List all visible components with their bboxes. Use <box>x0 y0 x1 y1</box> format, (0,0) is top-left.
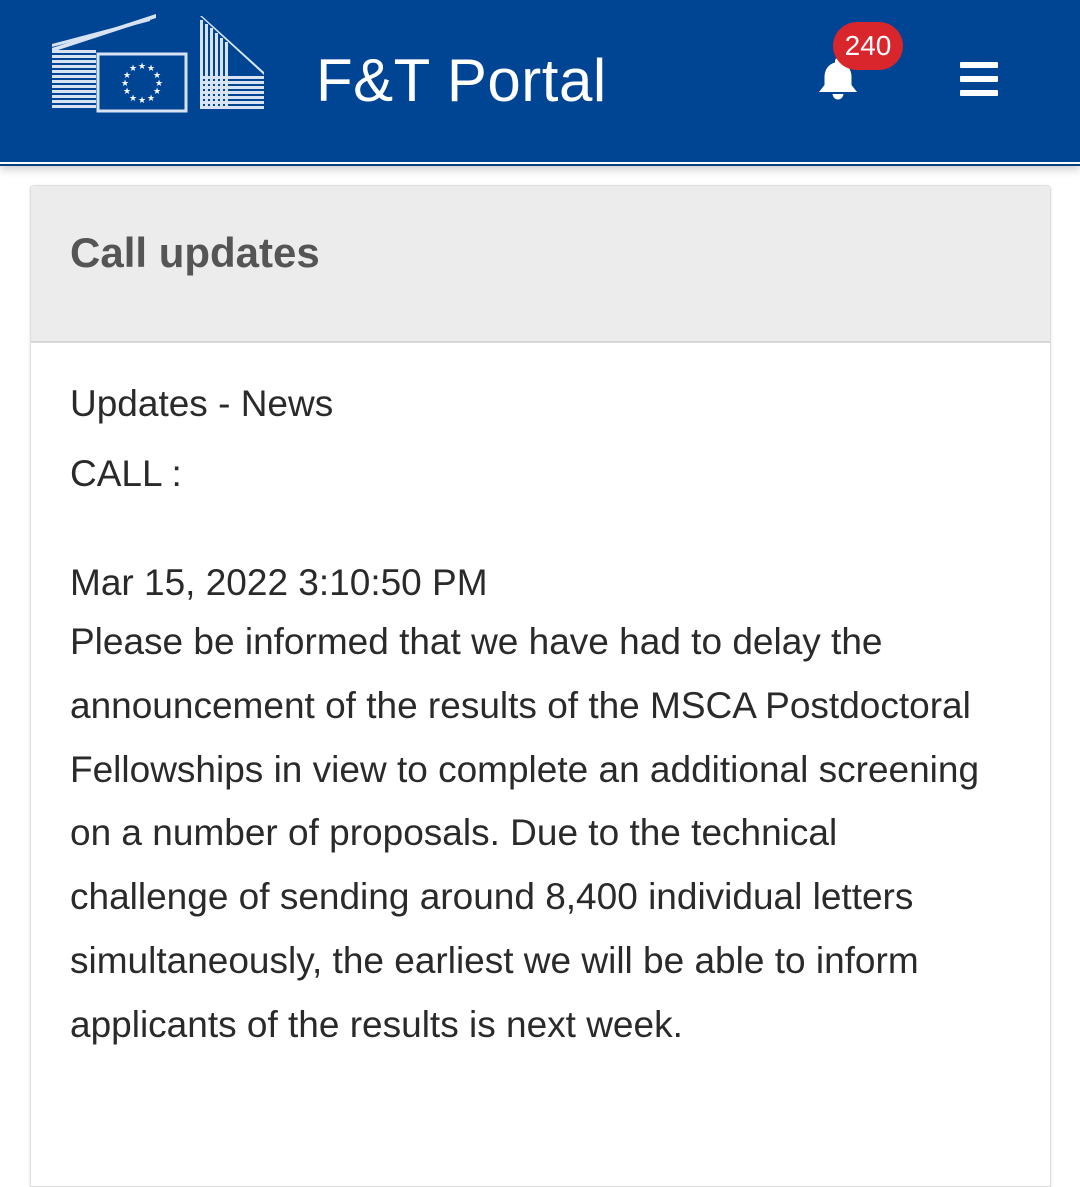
european-commission-logo-icon: ★ ★ ★ ★ ★ ★ ★ ★ ★ ★ ★ ★ <box>52 14 264 113</box>
panel-header: Call updates <box>31 186 1050 343</box>
svg-text:★: ★ <box>138 62 146 72</box>
update-timestamp: Mar 15, 2022 3:10:50 PM <box>70 562 488 603</box>
top-header-bar: ★ ★ ★ ★ ★ ★ ★ ★ ★ ★ ★ ★ F&T Portal 240 <box>0 0 1080 164</box>
european-commission-logo[interactable]: ★ ★ ★ ★ ★ ★ ★ ★ ★ ★ ★ ★ <box>50 14 268 114</box>
update-message: Please be informed that we have had to d… <box>70 621 980 1045</box>
notification-count-badge[interactable]: 240 <box>833 22 903 70</box>
portal-title: F&T Portal <box>316 47 607 114</box>
panel-title: Call updates <box>70 229 320 276</box>
hamburger-menu-icon <box>960 62 998 68</box>
svg-text:★: ★ <box>147 94 155 104</box>
svg-text:★: ★ <box>138 96 146 106</box>
call-label: CALL : <box>70 453 182 494</box>
category-label: Updates - News <box>70 383 334 424</box>
svg-text:★: ★ <box>129 64 137 74</box>
hamburger-menu-button[interactable] <box>956 58 1002 100</box>
call-updates-panel: Call updates Updates - News CALL : Mar 1… <box>30 185 1051 1187</box>
